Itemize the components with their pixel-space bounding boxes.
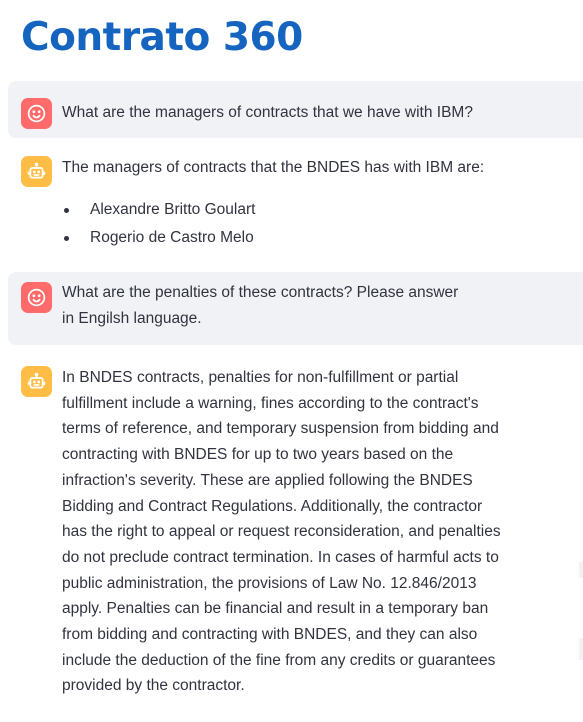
robot-icon — [27, 372, 46, 389]
user-avatar — [21, 282, 52, 313]
smiley-face-icon — [27, 104, 46, 123]
assistant-avatar — [21, 156, 52, 187]
scrollbar-segment[interactable] — [579, 562, 583, 578]
assistant-avatar — [21, 366, 52, 397]
message-text: What are the managers of contracts that … — [62, 104, 473, 121]
list-item: Alexandre Britto Goulart — [62, 196, 255, 224]
chat-message-assistant: In BNDES contracts, penalties for non-fu… — [8, 354, 583, 714]
smiley-face-icon — [27, 288, 46, 307]
app-page: Contrato 360 What are the managers of co… — [0, 0, 583, 722]
robot-icon — [27, 162, 46, 179]
chat-message-user: What are the penalties of these contract… — [8, 272, 583, 345]
message-text: What are the penalties of these contract… — [62, 284, 459, 327]
scrollbar-segment[interactable] — [579, 638, 583, 660]
list-item: Rogerio de Castro Melo — [62, 224, 255, 252]
message-text: The managers of contracts that the BNDES… — [62, 159, 485, 176]
user-avatar — [21, 98, 52, 129]
page-title: Contrato 360 — [21, 15, 303, 60]
chat-message-user: What are the managers of contracts that … — [8, 81, 583, 138]
message-text: In BNDES contracts, penalties for non-fu… — [62, 369, 501, 695]
manager-list: Alexandre Britto Goulart Rogerio de Cast… — [62, 196, 255, 252]
chat-message-assistant: The managers of contracts that the BNDES… — [8, 140, 583, 263]
